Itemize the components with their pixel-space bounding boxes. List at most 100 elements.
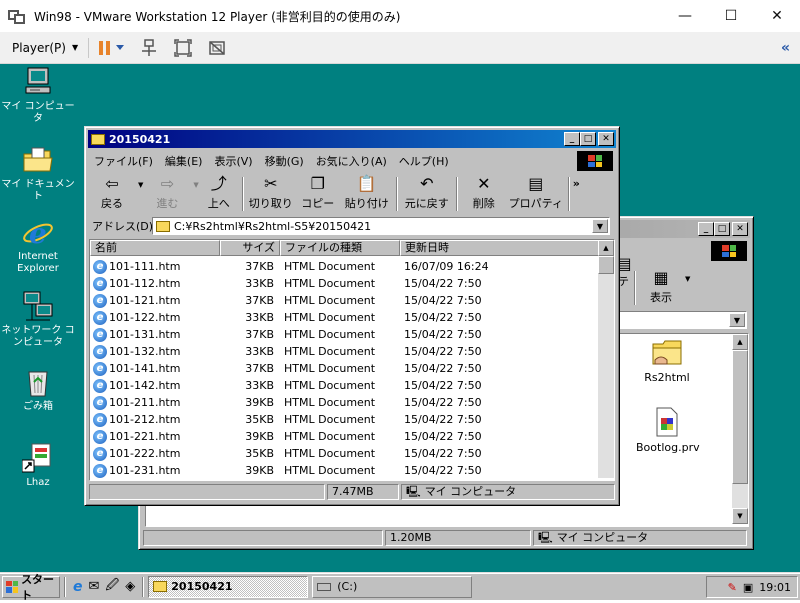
- table-row[interactable]: e 101-222.htm 35KB HTML Document 15/04/22 7:…: [90, 445, 520, 462]
- file-size: 33KB: [245, 311, 274, 324]
- desktop-icon-internet-explorer[interactable]: e Internet Explorer: [0, 216, 76, 275]
- html-file-icon: e: [93, 395, 107, 410]
- send-ctrl-alt-del-button[interactable]: [140, 38, 158, 57]
- menu-favorites[interactable]: お気に入り(A): [310, 153, 393, 169]
- table-row[interactable]: e 101-111.htm 37KB HTML Document 16/07/09 16…: [90, 258, 520, 275]
- table-row[interactable]: e 101-122.htm 33KB HTML Document 15/04/22 7:…: [90, 309, 520, 326]
- desktop-icon-recycle-bin[interactable]: ごみ箱: [0, 366, 76, 413]
- column-header-name[interactable]: 名前: [90, 240, 220, 256]
- pause-button[interactable]: [99, 40, 125, 55]
- file-size: 33KB: [245, 345, 274, 358]
- front-scroll-thumb[interactable]: [598, 256, 614, 274]
- quicklaunch-channels-icon[interactable]: ◈: [125, 579, 135, 594]
- menu-help[interactable]: ヘルプ(H): [393, 153, 455, 169]
- host-close-button[interactable]: ✕: [754, 0, 800, 32]
- pen-tray-icon[interactable]: ✎: [728, 581, 737, 594]
- table-row[interactable]: e 101-231.htm 39KB HTML Document 15/04/22 7:…: [90, 462, 520, 479]
- collapse-toolbar-icon[interactable]: «: [781, 40, 790, 56]
- delete-button[interactable]: ✕ 削除: [461, 175, 507, 213]
- chevron-down-icon[interactable]: ▼: [729, 313, 745, 327]
- start-button[interactable]: スタート: [2, 573, 60, 602]
- host-maximize-button[interactable]: ☐: [708, 0, 754, 32]
- file-item-bootlog[interactable]: Bootlog.prv: [636, 406, 700, 454]
- scroll-up-icon[interactable]: ▲: [598, 240, 614, 256]
- cut-button[interactable]: ✂ 切り取り: [247, 175, 295, 213]
- back-button[interactable]: ⇦ 戻る: [88, 175, 136, 213]
- table-row[interactable]: e 101-212.htm 35KB HTML Document 15/04/22 7:…: [90, 411, 520, 428]
- column-header-date[interactable]: 更新日時: [400, 240, 602, 256]
- properties-button[interactable]: ▤ プロパティ: [507, 175, 565, 213]
- desktop-icon-my-computer[interactable]: マイ コンピュータ: [0, 66, 76, 125]
- table-row[interactable]: e 101-141.htm 37KB HTML Document 15/04/22 7:…: [90, 360, 520, 377]
- front-close-button[interactable]: ✕: [598, 132, 614, 146]
- toolbar-overflow-chevron[interactable]: »: [573, 177, 580, 190]
- task-button-20150421[interactable]: 20150421: [148, 575, 309, 598]
- file-name-cell: e 101-231.htm: [90, 463, 220, 478]
- menu-edit[interactable]: 編集(E): [159, 153, 209, 169]
- desktop-icon-my-documents[interactable]: マイ ドキュメント: [0, 144, 76, 203]
- fullscreen-icon: [174, 38, 192, 57]
- html-file-icon: e: [93, 310, 107, 325]
- back-minimize-button[interactable]: _: [698, 222, 714, 236]
- desktop-icon-label: ごみ箱: [23, 401, 53, 412]
- chevron-down-icon: [116, 45, 125, 50]
- quicklaunch-desktop-icon[interactable]: 🖉: [105, 576, 119, 598]
- html-file-icon: e: [93, 259, 107, 274]
- menu-view[interactable]: 表示(V): [208, 153, 258, 169]
- fit-guest-button[interactable]: [174, 38, 192, 57]
- ime-tray-icon[interactable]: ▣: [743, 581, 753, 594]
- table-row[interactable]: e 101-132.htm 33KB HTML Document 15/04/22 7:…: [90, 343, 520, 360]
- back-button-label: 戻る: [101, 197, 123, 210]
- file-type: HTML Document: [284, 413, 376, 426]
- back-address-combo[interactable]: ▼: [617, 311, 747, 329]
- menu-go[interactable]: 移動(G): [259, 153, 310, 169]
- scroll-down-icon[interactable]: ▼: [732, 508, 748, 524]
- html-file-icon: e: [93, 276, 107, 291]
- front-vertical-scrollbar[interactable]: ▲: [598, 240, 614, 478]
- table-row[interactable]: e 101-142.htm 33KB HTML Document 15/04/22 7:…: [90, 377, 520, 394]
- desktop-icon-network[interactable]: ネットワーク コンピュータ: [0, 290, 76, 349]
- address-input[interactable]: C:¥Rs2html¥Rs2html-S5¥20150421 ▼: [152, 217, 610, 235]
- file-size: 39KB: [245, 430, 274, 443]
- back-view-button[interactable]: ▦ 表示: [639, 269, 683, 307]
- paste-button[interactable]: 📋 貼り付け: [341, 175, 393, 213]
- back-close-button[interactable]: ✕: [732, 222, 748, 236]
- back-vertical-scrollbar[interactable]: ▲ ▼: [732, 334, 748, 524]
- tray-clock[interactable]: 19:01: [759, 581, 791, 594]
- arrow-left-icon: ⇦: [105, 174, 119, 193]
- up-button[interactable]: ⤴ 上へ: [199, 175, 239, 213]
- front-explorer-window[interactable]: 20150421 _ □ ✕ ファイル(F) 編集(E) 表示(V) 移動(G)…: [84, 126, 620, 506]
- back-maximize-button[interactable]: □: [714, 222, 730, 236]
- column-header-type[interactable]: ファイルの種類: [280, 240, 400, 256]
- table-row[interactable]: e 101-221.htm 39KB HTML Document 15/04/22 7:…: [90, 428, 520, 445]
- file-name: 101-121.htm: [109, 294, 181, 307]
- host-minimize-button[interactable]: —: [662, 0, 708, 32]
- table-row[interactable]: e 101-121.htm 37KB HTML Document 15/04/22 7:…: [90, 292, 520, 309]
- back-scroll-thumb[interactable]: [732, 350, 748, 484]
- front-maximize-button[interactable]: □: [580, 132, 596, 146]
- unity-button[interactable]: [208, 39, 226, 57]
- undo-button[interactable]: ↶ 元に戻す: [401, 175, 453, 213]
- front-window-title-bar[interactable]: 20150421 _ □ ✕: [88, 130, 616, 148]
- forward-button[interactable]: ⇨ 進む: [143, 175, 191, 213]
- file-modified: 15/04/22 7:50: [404, 413, 482, 426]
- desktop-icon-lhaz[interactable]: Lhaz: [0, 442, 76, 489]
- menu-file[interactable]: ファイル(F): [88, 153, 159, 169]
- table-row[interactable]: e 101-211.htm 39KB HTML Document 15/04/22 7:…: [90, 394, 520, 411]
- player-menu-button[interactable]: Player(P) ▼: [12, 41, 78, 55]
- table-row[interactable]: e 101-112.htm 33KB HTML Document 15/04/22 7:…: [90, 275, 520, 292]
- windows-flag-icon: [6, 580, 19, 593]
- table-row[interactable]: e 101-131.htm 37KB HTML Document 15/04/22 7:…: [90, 326, 520, 343]
- toolbar-separator: [567, 177, 570, 211]
- scroll-up-icon[interactable]: ▲: [732, 334, 748, 350]
- folder-item-rs2html[interactable]: Rs2html: [642, 338, 692, 384]
- copy-button[interactable]: ❐ コピー: [295, 175, 341, 213]
- column-header-size[interactable]: サイズ: [220, 240, 280, 256]
- address-dropdown-button[interactable]: ▼: [592, 219, 608, 233]
- quicklaunch-outlook-icon[interactable]: ✉: [89, 579, 100, 594]
- quicklaunch-ie-icon[interactable]: e: [73, 579, 83, 595]
- copy-button-label: コピー: [301, 197, 335, 210]
- address-value: C:¥Rs2html¥Rs2html-S5¥20150421: [174, 219, 372, 233]
- task-button-c-drive[interactable]: (C:): [312, 575, 473, 598]
- front-minimize-button[interactable]: _: [564, 132, 580, 146]
